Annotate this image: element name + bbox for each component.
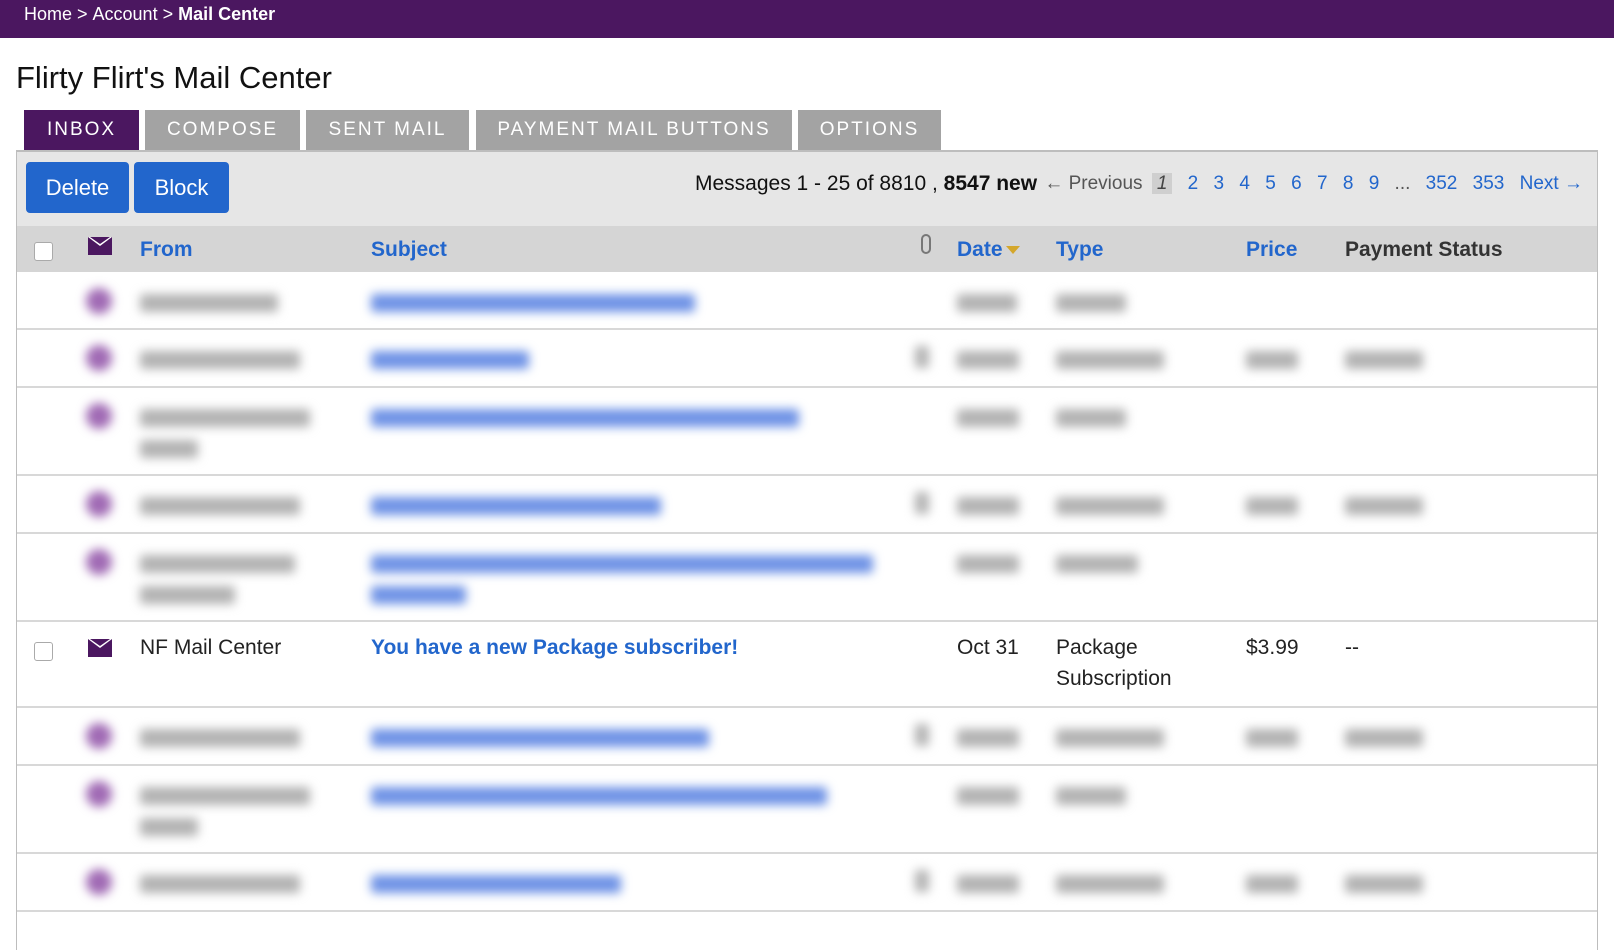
pagination: ← Previous 1 2 3 4 5 6 7 8 9 ... 352 353…: [1034, 173, 1583, 195]
pagination-page-link[interactable]: 2: [1188, 173, 1199, 194]
column-type[interactable]: Type: [1056, 238, 1103, 262]
table-row[interactable]: [17, 766, 1597, 854]
pagination-previous[interactable]: ← Previous: [1044, 173, 1142, 194]
pagination-ellipsis: ...: [1394, 173, 1411, 194]
table-row[interactable]: [17, 854, 1597, 912]
table-row[interactable]: NF Mail Center You have a new Package su…: [17, 622, 1597, 708]
paperclip-icon: [921, 234, 931, 254]
breadcrumb-current: Mail Center: [178, 4, 276, 24]
pagination-page-link[interactable]: 8: [1343, 173, 1354, 194]
pagination-current-page: 1: [1151, 173, 1173, 194]
table-row[interactable]: [17, 272, 1597, 330]
message-subject-link[interactable]: You have a new Package subscriber!: [371, 632, 738, 663]
table-row[interactable]: [17, 708, 1597, 766]
top-nav-bar: Home > Account > Mail Center: [0, 0, 1614, 38]
pagination-page-link[interactable]: 7: [1317, 173, 1328, 194]
pagination-next[interactable]: Next →: [1520, 173, 1583, 194]
table-row[interactable]: [17, 388, 1597, 476]
breadcrumb-account-link[interactable]: Account: [93, 4, 158, 24]
message-summary: Messages 1 - 25 of 8810 , 8547 new: [695, 172, 1037, 196]
message-type-line1: Package: [1056, 636, 1138, 659]
delete-button[interactable]: Delete: [26, 162, 129, 213]
message-payment-status: --: [1345, 636, 1359, 659]
envelope-icon: [88, 237, 112, 255]
breadcrumb-separator: >: [162, 4, 174, 24]
table-header: From Subject Date Type Price Payment Sta…: [17, 226, 1597, 272]
column-payment-status: Payment Status: [1345, 238, 1503, 261]
tab-inbox[interactable]: INBOX: [24, 110, 139, 150]
column-subject[interactable]: Subject: [371, 238, 447, 262]
column-price[interactable]: Price: [1246, 238, 1297, 262]
block-button[interactable]: Block: [134, 162, 229, 213]
table-row[interactable]: [17, 476, 1597, 534]
pagination-page-link[interactable]: 3: [1214, 173, 1225, 194]
pagination-page-link[interactable]: 352: [1426, 173, 1458, 194]
pagination-page-link[interactable]: 353: [1473, 173, 1505, 194]
pagination-page-link[interactable]: 6: [1291, 173, 1302, 194]
breadcrumb-separator: >: [77, 4, 88, 24]
column-date-label: Date: [957, 238, 1003, 261]
sort-arrow-icon: [1005, 246, 1020, 255]
message-date: Oct 31: [957, 636, 1019, 659]
message-range: Messages 1 - 25 of 8810 ,: [695, 172, 938, 195]
select-all-checkbox[interactable]: [34, 242, 53, 261]
pagination-page-link[interactable]: 5: [1265, 173, 1276, 194]
new-message-count: 8547 new: [943, 172, 1038, 195]
tab-options[interactable]: OPTIONS: [798, 110, 941, 150]
action-bar: Delete Block Messages 1 - 25 of 8810 , 8…: [17, 152, 1597, 226]
breadcrumb: Home > Account > Mail Center: [24, 4, 275, 25]
table-row[interactable]: [17, 330, 1597, 388]
inbox-panel: Delete Block Messages 1 - 25 of 8810 , 8…: [16, 150, 1598, 950]
message-from: NF Mail Center: [140, 636, 282, 659]
pagination-page-link[interactable]: 9: [1369, 173, 1380, 194]
row-checkbox[interactable]: [34, 642, 53, 661]
pagination-page-link[interactable]: 4: [1239, 173, 1250, 194]
envelope-icon: [88, 639, 112, 657]
breadcrumb-home-link[interactable]: Home: [24, 4, 72, 24]
message-type-line2: Subscription: [1056, 667, 1172, 690]
message-type: Package Subscription: [1056, 632, 1172, 694]
message-price: $3.99: [1246, 636, 1299, 659]
tab-compose[interactable]: COMPOSE: [145, 110, 300, 150]
page-title: Flirty Flirt's Mail Center: [16, 60, 332, 95]
tab-payment-mail-buttons[interactable]: PAYMENT MAIL BUTTONS: [476, 110, 792, 150]
column-from[interactable]: From: [140, 238, 193, 262]
tab-sent-mail[interactable]: SENT MAIL: [306, 110, 469, 150]
column-date[interactable]: Date: [957, 238, 1020, 262]
table-row[interactable]: [17, 534, 1597, 622]
